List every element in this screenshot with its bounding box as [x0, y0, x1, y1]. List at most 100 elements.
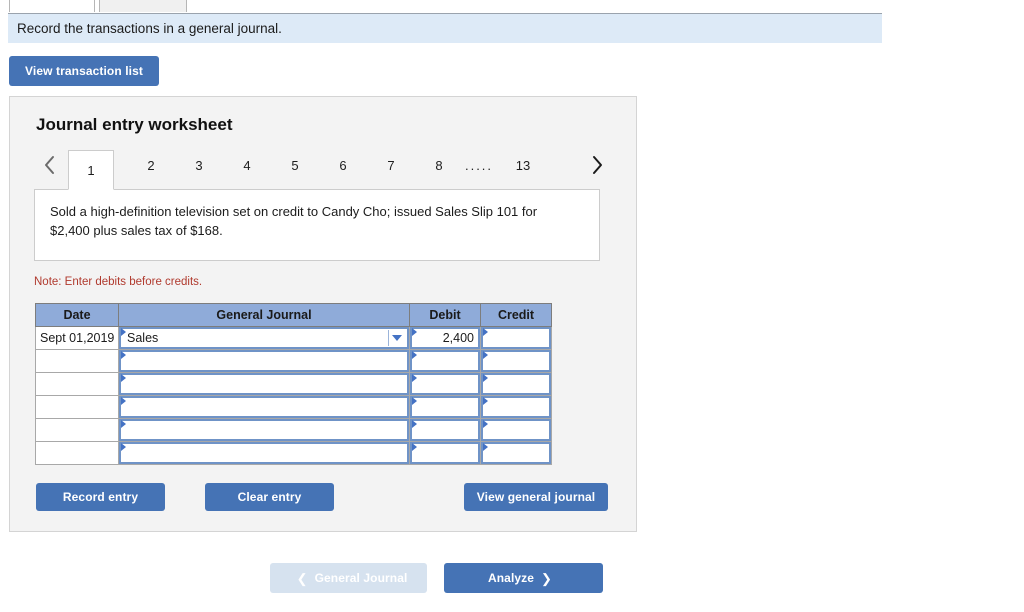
cell-credit[interactable]	[480, 349, 552, 373]
cell-debit[interactable]	[409, 441, 481, 465]
record-entry-button[interactable]: Record entry	[36, 483, 165, 511]
journal-entry-worksheet-panel: Journal entry worksheet 1 2 3 4 5 6 7 8 …	[9, 96, 637, 532]
top-tab-2[interactable]	[99, 0, 187, 12]
column-header-credit: Credit	[480, 303, 552, 327]
account-value-1: Sales	[127, 331, 159, 345]
table-row	[35, 441, 552, 465]
cell-credit[interactable]	[480, 441, 552, 465]
table-row	[35, 349, 552, 373]
chevron-right-icon	[591, 155, 604, 175]
chevron-down-icon[interactable]	[392, 335, 402, 341]
pager-page-8-label: 8	[435, 157, 443, 173]
table-row: Sept 01,2019 Sales 2,400	[35, 326, 552, 350]
account-input-5[interactable]	[119, 419, 409, 441]
debit-input-2[interactable]	[410, 350, 480, 372]
account-input-1[interactable]: Sales	[119, 327, 409, 349]
cell-account[interactable]	[118, 349, 410, 373]
cell-date[interactable]	[35, 418, 119, 442]
instruction-banner: Record the transactions in a general jou…	[8, 13, 882, 43]
cell-date[interactable]: Sept 01,2019	[35, 326, 119, 350]
cell-marker-icon	[121, 397, 126, 405]
pager-prev-button[interactable]	[38, 150, 60, 180]
cell-marker-icon	[121, 443, 126, 451]
credit-input-2[interactable]	[481, 350, 551, 372]
debit-input-6[interactable]	[410, 442, 480, 464]
pager-page-1-label: 1	[87, 162, 95, 178]
top-tab-1[interactable]	[9, 0, 95, 12]
cell-marker-icon	[483, 397, 488, 405]
pager-page-5[interactable]: 5	[272, 150, 318, 180]
pager-page-7[interactable]: 7	[368, 150, 414, 180]
cell-marker-icon	[121, 351, 126, 359]
cell-debit[interactable]	[409, 372, 481, 396]
debits-before-credits-note: Note: Enter debits before credits.	[34, 276, 203, 288]
cell-account[interactable]	[118, 372, 410, 396]
debit-input-5[interactable]	[410, 419, 480, 441]
credit-input-5[interactable]	[481, 419, 551, 441]
cell-account[interactable]	[118, 395, 410, 419]
pager-ellipsis: .....	[464, 157, 494, 173]
clear-entry-label: Clear entry	[237, 490, 302, 504]
cell-debit[interactable]: 2,400	[409, 326, 481, 350]
cell-marker-icon	[483, 374, 488, 382]
debit-input-3[interactable]	[410, 373, 480, 395]
debit-input-1[interactable]: 2,400	[410, 327, 480, 349]
cell-marker-icon	[121, 328, 126, 336]
credit-input-4[interactable]	[481, 396, 551, 418]
table-row	[35, 418, 552, 442]
cell-credit[interactable]	[480, 418, 552, 442]
cell-date[interactable]	[35, 372, 119, 396]
credit-input-6[interactable]	[481, 442, 551, 464]
prev-general-journal-button[interactable]: ❮ General Journal	[270, 563, 427, 593]
pager-page-2-label: 2	[147, 157, 155, 173]
pager-page-4[interactable]: 4	[224, 150, 270, 180]
view-transaction-list-label: View transaction list	[25, 64, 143, 78]
pager-next-button[interactable]	[586, 150, 608, 180]
pager-page-13[interactable]: 13	[500, 150, 546, 180]
chevron-left-icon	[43, 155, 56, 175]
cell-marker-icon	[412, 420, 417, 428]
pager-page-13-label: 13	[515, 157, 531, 173]
account-input-6[interactable]	[119, 442, 409, 464]
clear-entry-button[interactable]: Clear entry	[205, 483, 334, 511]
general-journal-table: Date General Journal Debit Credit Sept 0…	[35, 303, 552, 465]
cell-date[interactable]	[35, 441, 119, 465]
cell-credit[interactable]	[480, 326, 552, 350]
cell-date[interactable]	[35, 349, 119, 373]
cell-debit[interactable]	[409, 395, 481, 419]
cell-credit[interactable]	[480, 372, 552, 396]
cell-marker-icon	[483, 351, 488, 359]
pager-page-6-label: 6	[339, 157, 347, 173]
pager-page-2[interactable]: 2	[128, 150, 174, 180]
transaction-description-box: Sold a high-definition television set on…	[34, 189, 600, 261]
cell-account[interactable]	[118, 441, 410, 465]
pager-page-6[interactable]: 6	[320, 150, 366, 180]
debit-value-1: 2,400	[442, 331, 474, 345]
credit-input-3[interactable]	[481, 373, 551, 395]
worksheet-pager: 1 2 3 4 5 6 7 8 ..... 13	[34, 147, 614, 190]
next-analyze-button[interactable]: Analyze ❯	[444, 563, 603, 593]
view-transaction-list-button[interactable]: View transaction list	[9, 56, 159, 86]
cell-debit[interactable]	[409, 418, 481, 442]
cell-account[interactable]: Sales	[118, 326, 410, 350]
cell-date[interactable]	[35, 395, 119, 419]
pager-page-3[interactable]: 3	[176, 150, 222, 180]
dropdown-divider	[388, 330, 389, 346]
page-title: Journal entry worksheet	[36, 115, 233, 134]
cell-marker-icon	[121, 420, 126, 428]
cell-credit[interactable]	[480, 395, 552, 419]
pager-page-3-label: 3	[195, 157, 203, 173]
table-row	[35, 395, 552, 419]
debit-input-4[interactable]	[410, 396, 480, 418]
pager-page-1[interactable]: 1	[68, 150, 114, 190]
account-input-4[interactable]	[119, 396, 409, 418]
view-general-journal-button[interactable]: View general journal	[464, 483, 608, 511]
account-input-3[interactable]	[119, 373, 409, 395]
credit-input-1[interactable]	[481, 327, 551, 349]
account-input-2[interactable]	[119, 350, 409, 372]
cell-account[interactable]	[118, 418, 410, 442]
cell-debit[interactable]	[409, 349, 481, 373]
date-value-1: Sept 01,2019	[40, 331, 115, 345]
record-entry-label: Record entry	[62, 490, 139, 504]
cell-marker-icon	[412, 374, 417, 382]
